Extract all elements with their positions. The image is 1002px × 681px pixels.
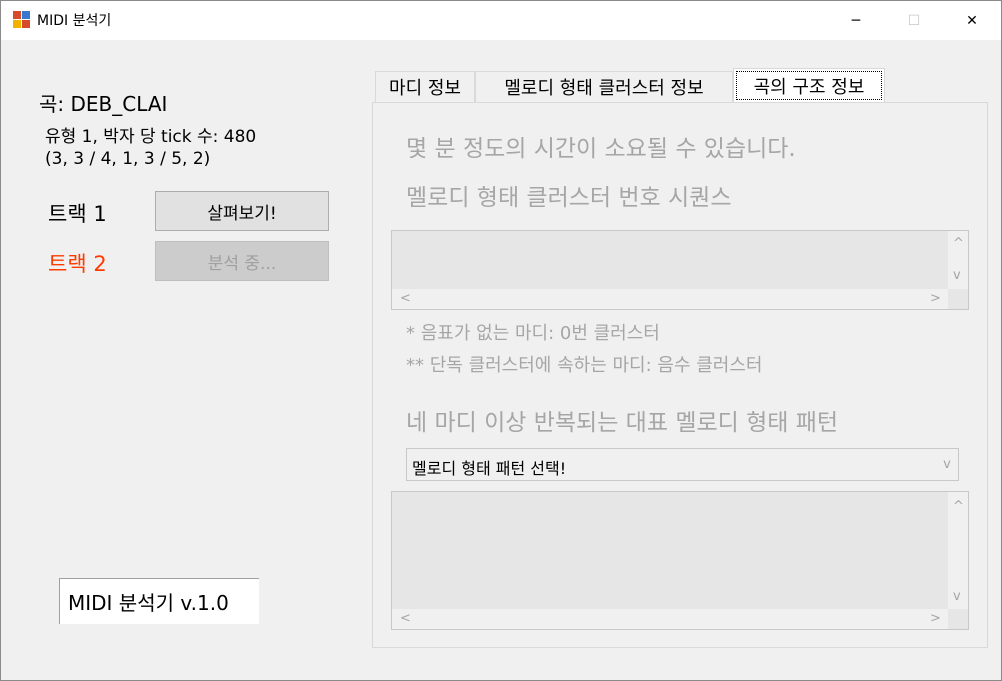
- song-label: 곡: DEB_CLAI: [39, 92, 168, 116]
- scroll-down-icon[interactable]: v: [953, 590, 961, 603]
- minimize-icon: ─: [851, 12, 861, 29]
- scroll-right-icon[interactable]: >: [930, 612, 941, 625]
- sequence-textbox[interactable]: ^ v < >: [391, 230, 969, 310]
- maximize-icon: ☐: [907, 12, 921, 29]
- horizontal-scrollbar[interactable]: < >: [392, 289, 948, 309]
- track-1-inspect-button[interactable]: 살펴보기!: [155, 191, 329, 231]
- track-1-label: 트랙 1: [48, 202, 107, 226]
- pattern-select-dropdown[interactable]: 멜로디 형태 패턴 선택! v: [406, 448, 959, 481]
- pattern-textbox[interactable]: ^ v < >: [391, 491, 969, 630]
- song-info-line2: (3, 3 / 4, 1, 3 / 5, 2): [45, 149, 211, 169]
- window-title: MIDI 분석기: [37, 13, 112, 29]
- minimize-button[interactable]: ─: [827, 1, 885, 40]
- scroll-down-icon[interactable]: v: [953, 269, 961, 282]
- tab-structure-info[interactable]: 곡의 구조 정보: [733, 68, 885, 103]
- track-2-label: 트랙 2: [48, 252, 107, 276]
- app-icon: [13, 11, 30, 28]
- close-icon: ✕: [966, 12, 978, 29]
- vertical-scrollbar[interactable]: ^ v: [948, 492, 968, 609]
- scroll-up-icon[interactable]: ^: [953, 237, 964, 250]
- footnote-empty-bar: * 음표가 없는 마디: 0번 클러스터: [406, 323, 660, 344]
- scroll-left-icon[interactable]: <: [400, 292, 411, 305]
- version-label: MIDI 분석기 v.1.0: [59, 578, 259, 624]
- pattern-select-value: 멜로디 형태 패턴 선택!: [412, 459, 567, 478]
- song-info-line1: 유형 1, 박자 당 tick 수: 480: [45, 127, 257, 147]
- track-2-analyzing-button[interactable]: 분석 중...: [155, 241, 329, 281]
- version-text: MIDI 분석기 v.1.0: [68, 591, 229, 615]
- maximize-button[interactable]: ☐: [885, 1, 943, 40]
- scroll-right-icon[interactable]: >: [930, 292, 941, 305]
- close-button[interactable]: ✕: [943, 1, 1001, 40]
- tab-bar-info[interactable]: 마디 정보: [375, 71, 475, 102]
- horizontal-scrollbar[interactable]: < >: [392, 609, 948, 629]
- tab-cluster-info[interactable]: 멜로디 형태 클러스터 정보: [475, 71, 733, 102]
- title-bar[interactable]: MIDI 분석기 ─ ☐ ✕: [1, 1, 1001, 40]
- chevron-down-icon[interactable]: v: [936, 449, 958, 480]
- scroll-up-icon[interactable]: ^: [953, 500, 964, 513]
- main-window: MIDI 분석기 ─ ☐ ✕ 곡: DEB_CLAI 유형 1, 박자 당 ti…: [0, 0, 1002, 681]
- sequence-heading: 멜로디 형태 클러스터 번호 시퀀스: [406, 185, 732, 211]
- scroll-left-icon[interactable]: <: [400, 612, 411, 625]
- notice-text: 몇 분 정도의 시간이 소요될 수 있습니다.: [406, 136, 796, 162]
- pattern-heading: 네 마디 이상 반복되는 대표 멜로디 형태 패턴: [406, 410, 839, 436]
- footnote-single-cluster: ** 단독 클러스터에 속하는 마디: 음수 클러스터: [406, 355, 763, 376]
- vertical-scrollbar[interactable]: ^ v: [948, 231, 968, 289]
